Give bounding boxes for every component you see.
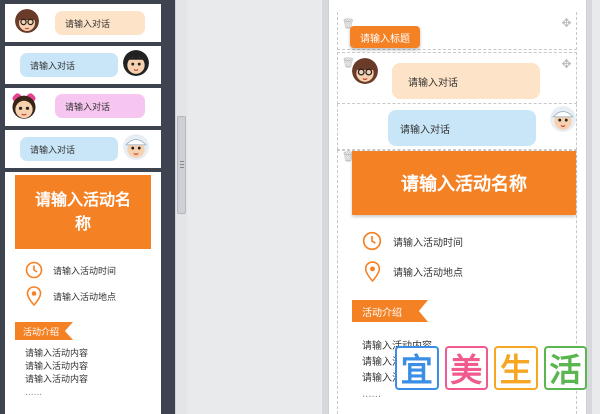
event-time-row: 请输入活动时间 <box>25 260 116 280</box>
event-content: 请输入活动内容 请输入活动内容 请输入活动内容 ...... <box>25 348 88 400</box>
dialog-template-girl-glasses[interactable]: 请输入对话 <box>5 4 161 42</box>
watermark-char: 活 <box>543 346 587 390</box>
dialog-template-boy[interactable]: 请输入对话 <box>5 46 161 84</box>
dialog-bubble: 请输入对话 <box>20 53 118 77</box>
watermark-char: 生 <box>494 346 538 390</box>
event-content-line: 请输入活动内容 <box>25 349 89 359</box>
event-title: 请输入活动名称 <box>15 175 151 249</box>
dialog-bubble: 请输入对话 <box>55 11 145 35</box>
trash-icon[interactable]: 🗑 <box>342 153 355 163</box>
template-sidebar: 请输入对话 请输入对话 请输入对话 请输入对话 请输入活动名称 请输入活动时间 … <box>0 0 175 414</box>
girl-glasses-avatar <box>15 9 39 33</box>
watermark-char: 美 <box>444 346 488 390</box>
dialog-bubble[interactable]: 请输入对话 <box>388 110 536 146</box>
trash-icon[interactable]: 🗑 <box>342 59 355 69</box>
scrollbar-grip-icon <box>180 161 184 168</box>
move-icon[interactable]: ✥ <box>561 58 572 70</box>
girl-pink-avatar <box>10 91 38 121</box>
title-tag[interactable]: 请输入标题 <box>350 26 420 48</box>
watermark-logo: 宜 美 生 活 <box>395 346 587 402</box>
event-place-row[interactable]: 请输入活动地点 <box>364 260 463 282</box>
sidebar-scrollbar[interactable] <box>175 0 187 414</box>
event-content-line: 请输入活动内容 <box>25 375 89 385</box>
scrollbar-thumb[interactable] <box>177 116 186 214</box>
dialog-template-boy-hat[interactable]: 请输入对话 <box>5 130 161 168</box>
boy-hat-avatar <box>123 134 149 160</box>
event-time-label: 请输入活动时间 <box>393 237 463 249</box>
event-intro-tag[interactable]: 活动介绍 <box>352 300 428 322</box>
dialog-template-girl-pink[interactable]: 请输入对话 <box>5 88 161 126</box>
dialog-bubble: 请输入对话 <box>55 94 145 118</box>
dialog-text: 请输入对话 <box>30 145 76 156</box>
dialog-text: 请输入对话 <box>408 77 458 89</box>
dialog-text: 请输入对话 <box>65 19 111 30</box>
event-time-row[interactable]: 请输入活动时间 <box>362 230 463 252</box>
event-title[interactable]: 请输入活动名称 <box>352 151 576 215</box>
location-pin-icon <box>26 286 42 306</box>
event-place-row: 请输入活动地点 <box>26 286 116 306</box>
location-pin-icon <box>364 260 381 282</box>
event-time-label: 请输入活动时间 <box>53 266 117 277</box>
event-place-label: 请输入活动地点 <box>393 267 463 279</box>
event-content-line: ...... <box>25 388 43 398</box>
event-content-line: 请输入活动内容 <box>25 362 89 372</box>
dialog-bubble[interactable]: 请输入对话 <box>392 63 540 99</box>
clock-icon <box>25 261 43 279</box>
clock-icon <box>362 231 382 251</box>
event-template[interactable]: 请输入活动名称 请输入活动时间 请输入活动地点 活动介绍 请输入活动内容 请输入… <box>5 172 161 414</box>
move-icon[interactable]: ✥ <box>561 17 572 29</box>
dialog-right-block[interactable]: 请输入对话 <box>337 104 577 150</box>
dialog-text: 请输入对话 <box>65 102 111 113</box>
title-block[interactable]: 🗑 ✥ 请输入标题 <box>337 12 577 50</box>
dialog-left-block[interactable]: 🗑 ✥ 请输入对话 <box>337 52 577 104</box>
dialog-bubble: 请输入对话 <box>20 137 118 161</box>
dialog-text: 请输入对话 <box>400 124 450 136</box>
event-place-label: 请输入活动地点 <box>53 292 117 303</box>
watermark-char: 宜 <box>395 346 439 390</box>
dialog-text: 请输入对话 <box>30 61 76 72</box>
girl-glasses-avatar <box>352 58 378 84</box>
boy-hat-avatar <box>550 106 576 132</box>
boy-avatar <box>123 50 149 76</box>
event-intro-tag: 活动介绍 <box>15 322 73 340</box>
